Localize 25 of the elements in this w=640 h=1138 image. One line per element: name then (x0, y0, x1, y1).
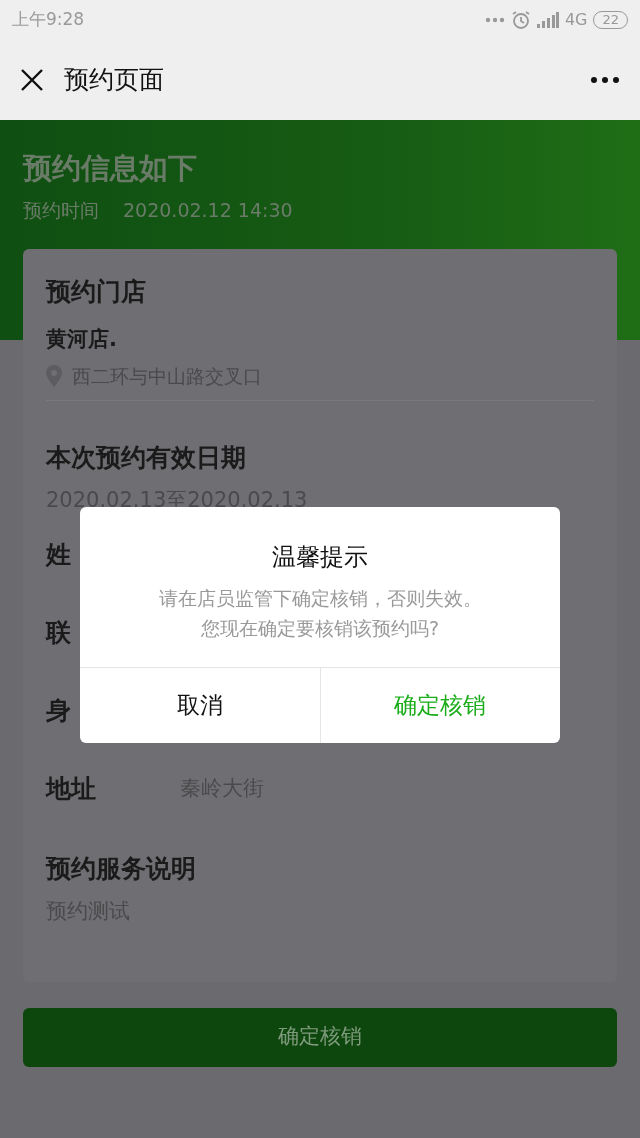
field-label: 地址 (46, 773, 97, 806)
signal-icon (536, 12, 559, 28)
field-label: 姓 (46, 539, 72, 572)
alarm-icon (510, 10, 531, 30)
cancel-button[interactable]: 取消 (80, 668, 321, 743)
header-title: 预约信息如下 (23, 150, 198, 187)
dialog-message: 您现在确定要核销该预约吗? (200, 616, 440, 641)
field-label: 联 (46, 617, 72, 650)
status-time: 上午9:28 (12, 8, 85, 32)
more-icon[interactable] (590, 76, 620, 84)
time-label: 预约时间 (23, 198, 99, 223)
service-label: 预约服务说明 (46, 853, 197, 885)
time-value: 2020.02.12 14:30 (123, 198, 293, 223)
more-icon (484, 17, 505, 23)
dialog-title: 温馨提示 (271, 542, 369, 573)
confirm-button[interactable]: 确定核销 (320, 668, 560, 743)
field-label: 身 (46, 695, 72, 728)
validity-label: 本次预约有效日期 (46, 442, 247, 474)
dialog-message: 请在店员监管下确定核销，否则失效。 (158, 586, 482, 611)
page-title: 预约页面 (64, 64, 165, 97)
network-type: 4G (564, 9, 588, 31)
store-label: 预约门店 (46, 275, 147, 308)
store-name: 黄河店. (46, 326, 118, 353)
confirm-button[interactable]: 确定核销 (23, 1007, 617, 1067)
close-icon[interactable] (20, 68, 44, 92)
